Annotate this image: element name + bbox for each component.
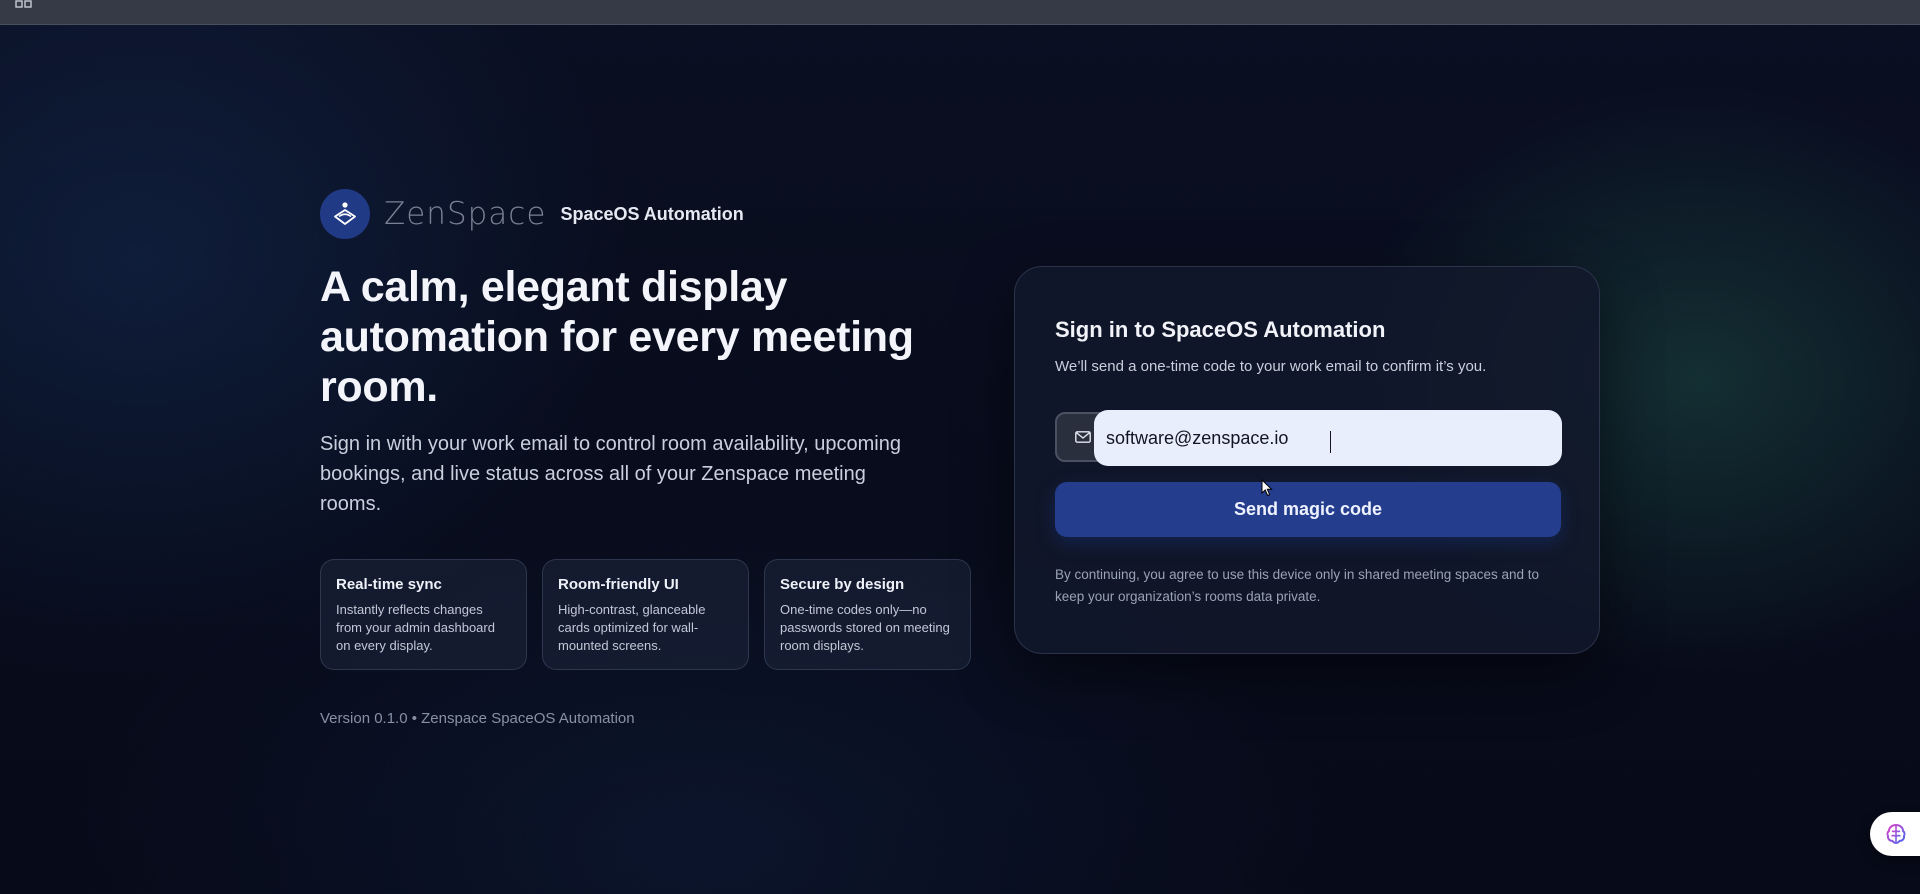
feature-title: Room-friendly UI: [558, 576, 679, 593]
feature-title: Secure by design: [780, 576, 905, 593]
terms-disclaimer: By continuing, you agree to use this dev…: [1055, 567, 1540, 604]
version-text: Version 0.1.0 • Zenspace SpaceOS Automat…: [320, 710, 635, 727]
mail-icon: [1075, 431, 1091, 443]
brand-header: ZenSpace SpaceOS Automation: [320, 189, 744, 239]
feature-description: Instantly reflects changes from your adm…: [336, 602, 495, 653]
mouse-pointer-icon: [1261, 479, 1273, 497]
brand-wordmark: ZenSpace: [384, 196, 547, 232]
feature-description: One-time codes only—no passwords stored …: [780, 602, 950, 653]
zenspace-logo-icon: [320, 189, 370, 239]
feature-description: High-contrast, glanceable cards optimize…: [558, 602, 706, 653]
feature-cards: Real-time sync Instantly reflects change…: [320, 559, 971, 670]
assistant-launcher-button[interactable]: [1870, 812, 1920, 856]
brain-icon: [1886, 823, 1906, 845]
product-name: SpaceOS Automation: [560, 203, 744, 224]
feature-card-secure-by-design: Secure by design One-time codes only—no …: [764, 559, 971, 670]
text-caret: [1330, 431, 1331, 453]
signin-subtitle: We’ll send a one-time code to your work …: [1055, 358, 1487, 375]
email-field-wrapper[interactable]: [1055, 410, 1562, 466]
send-magic-code-button[interactable]: Send magic code: [1055, 482, 1561, 537]
feature-title: Real-time sync: [336, 576, 442, 593]
hero-subtitle: Sign in with your work email to control …: [320, 433, 901, 515]
feature-card-realtime-sync: Real-time sync Instantly reflects change…: [320, 559, 527, 670]
email-input[interactable]: [1094, 410, 1562, 466]
signin-title: Sign in to SpaceOS Automation: [1055, 317, 1386, 342]
system-top-bar: [0, 0, 1920, 25]
signin-card: Sign in to SpaceOS Automation We’ll send…: [1014, 266, 1600, 654]
grid-icon[interactable]: [15, 0, 33, 10]
hero-title: A calm, elegant display automation for e…: [320, 263, 914, 411]
feature-card-room-friendly-ui: Room-friendly UI High-contrast, glanceab…: [542, 559, 749, 670]
